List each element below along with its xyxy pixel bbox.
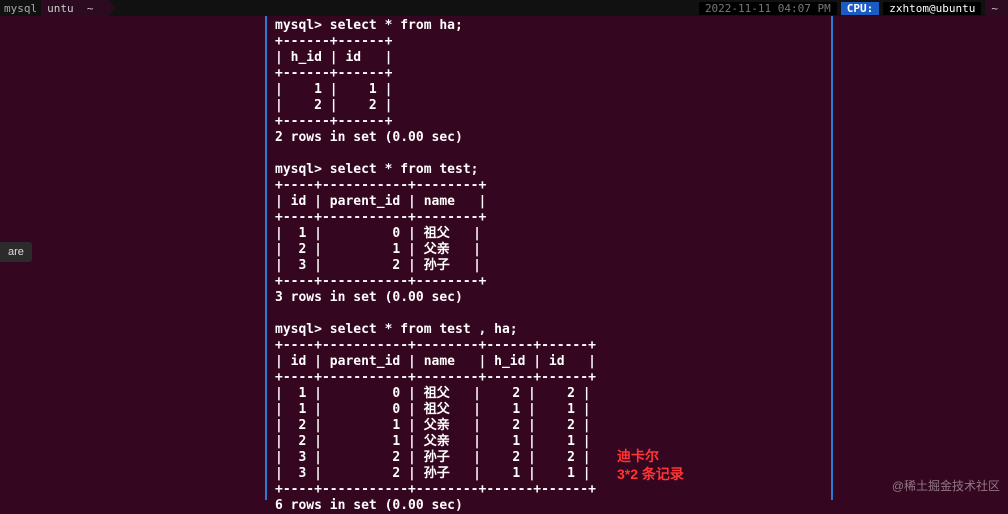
q2-row: | 2 | 1 | 父亲 | bbox=[275, 242, 481, 257]
q1-row: | 2 | 2 | bbox=[275, 98, 392, 113]
annotation-cartesian: 迪卡尔 3*2 条记录 bbox=[617, 447, 684, 483]
q2-prompt: mysql> select * from test; bbox=[275, 162, 479, 177]
q2-footer: 3 rows in set (0.00 sec) bbox=[275, 290, 463, 305]
tab-mysql[interactable]: mysql bbox=[0, 2, 41, 15]
q3-header: | id | parent_id | name | h_id | id | bbox=[275, 354, 596, 369]
q1-border3: +------+------+ bbox=[275, 114, 392, 129]
pane-right[interactable] bbox=[833, 16, 1008, 500]
q1-row: | 1 | 1 | bbox=[275, 82, 392, 97]
topbar-right: 2022-11-11 04:07 PM CPU: zxhtom@ubuntu ~ bbox=[699, 0, 1008, 16]
q3-row: | 2 | 1 | 父亲 | 2 | 2 | bbox=[275, 418, 591, 433]
annotation-line2: 3*2 条记录 bbox=[617, 465, 684, 483]
q1-footer: 2 rows in set (0.00 sec) bbox=[275, 130, 463, 145]
q3-border: +----+-----------+--------+------+------… bbox=[275, 338, 596, 353]
q3-row: | 3 | 2 | 孙子 | 2 | 2 | bbox=[275, 450, 591, 465]
cpu-label: CPU: bbox=[841, 2, 880, 15]
q1-border: +------+------+ bbox=[275, 34, 392, 49]
q3-row: | 2 | 1 | 父亲 | 1 | 1 | bbox=[275, 434, 591, 449]
q1-header: | h_id | id | bbox=[275, 50, 392, 65]
tab-ubuntu-label: untu bbox=[47, 2, 74, 15]
q3-prompt: mysql> select * from test , ha; bbox=[275, 322, 518, 337]
q1-border2: +------+------+ bbox=[275, 66, 392, 81]
pane-terminal[interactable]: mysql> select * from ha; +------+------+… bbox=[267, 16, 833, 500]
tilde-left: ~ bbox=[87, 2, 94, 15]
q2-header: | id | parent_id | name | bbox=[275, 194, 486, 209]
q2-border3: +----+-----------+--------+ bbox=[275, 274, 486, 289]
pane-left[interactable] bbox=[0, 16, 267, 500]
watermark: @稀土掘金技术社区 bbox=[892, 477, 1000, 494]
q3-border3: +----+-----------+--------+------+------… bbox=[275, 482, 596, 497]
q2-row: | 3 | 2 | 孙子 | bbox=[275, 258, 481, 273]
q1-prompt: mysql> select * from ha; bbox=[275, 18, 463, 33]
q3-border2: +----+-----------+--------+------+------… bbox=[275, 370, 596, 385]
q3-row: | 3 | 2 | 孙子 | 1 | 1 | bbox=[275, 466, 591, 481]
annotation-line1: 迪卡尔 bbox=[617, 447, 684, 465]
share-button[interactable]: are bbox=[0, 242, 32, 262]
user-host-label: zxhtom@ubuntu bbox=[883, 2, 981, 15]
tilde-right: ~ bbox=[985, 0, 1008, 16]
top-bar: mysql untu ~ 2022-11-11 04:07 PM CPU: zx… bbox=[0, 0, 1008, 16]
q3-footer: 6 rows in set (0.00 sec) bbox=[275, 498, 463, 513]
terminal-output: mysql> select * from ha; +------+------+… bbox=[275, 18, 823, 514]
q3-row: | 1 | 0 | 祖父 | 1 | 1 | bbox=[275, 402, 591, 417]
q2-border2: +----+-----------+--------+ bbox=[275, 210, 486, 225]
q2-row: | 1 | 0 | 祖父 | bbox=[275, 226, 481, 241]
q3-row: | 1 | 0 | 祖父 | 2 | 2 | bbox=[275, 386, 591, 401]
q2-border: +----+-----------+--------+ bbox=[275, 178, 486, 193]
tab-ubuntu-left[interactable]: untu ~ bbox=[41, 0, 107, 16]
datetime-label: 2022-11-11 04:07 PM bbox=[699, 2, 837, 15]
